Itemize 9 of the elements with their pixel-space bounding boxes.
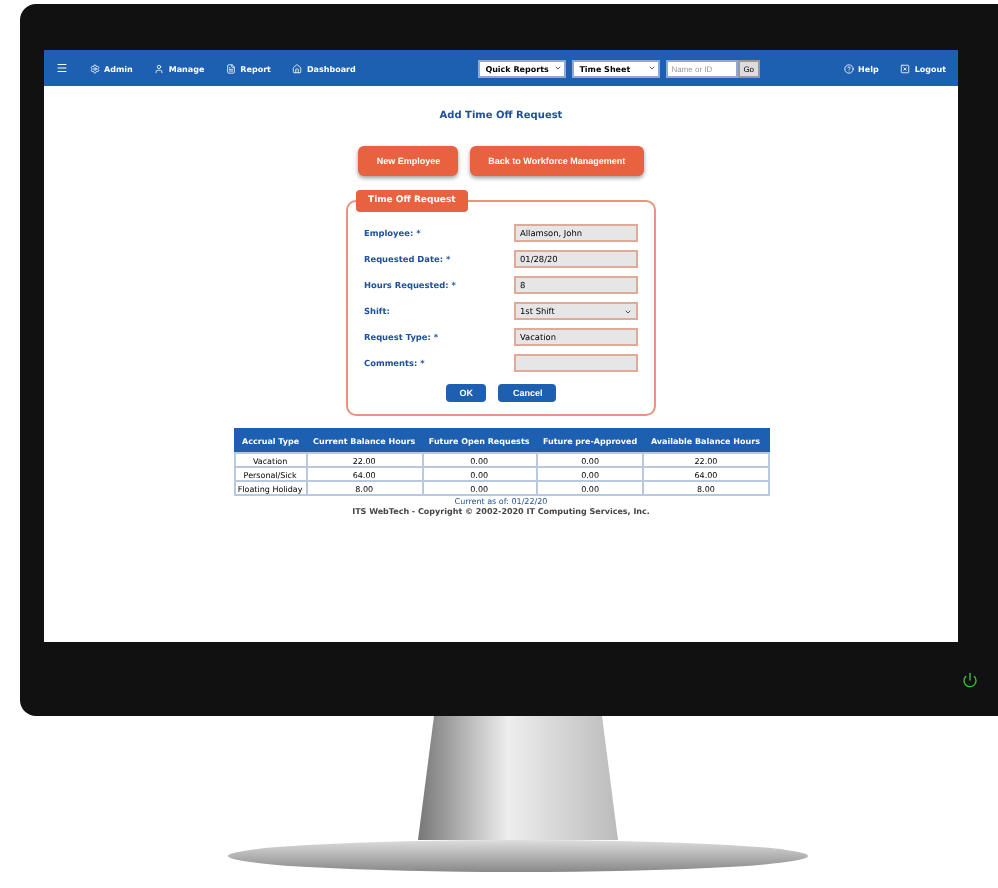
help-icon bbox=[844, 63, 855, 73]
document-icon bbox=[226, 63, 237, 73]
menu-icon[interactable] bbox=[56, 62, 68, 74]
gear-icon bbox=[90, 63, 100, 73]
house-icon bbox=[292, 63, 303, 73]
input-field[interactable] bbox=[514, 354, 638, 372]
person-icon bbox=[154, 63, 165, 73]
close-icon bbox=[900, 63, 911, 73]
power-icon[interactable] bbox=[962, 671, 978, 687]
